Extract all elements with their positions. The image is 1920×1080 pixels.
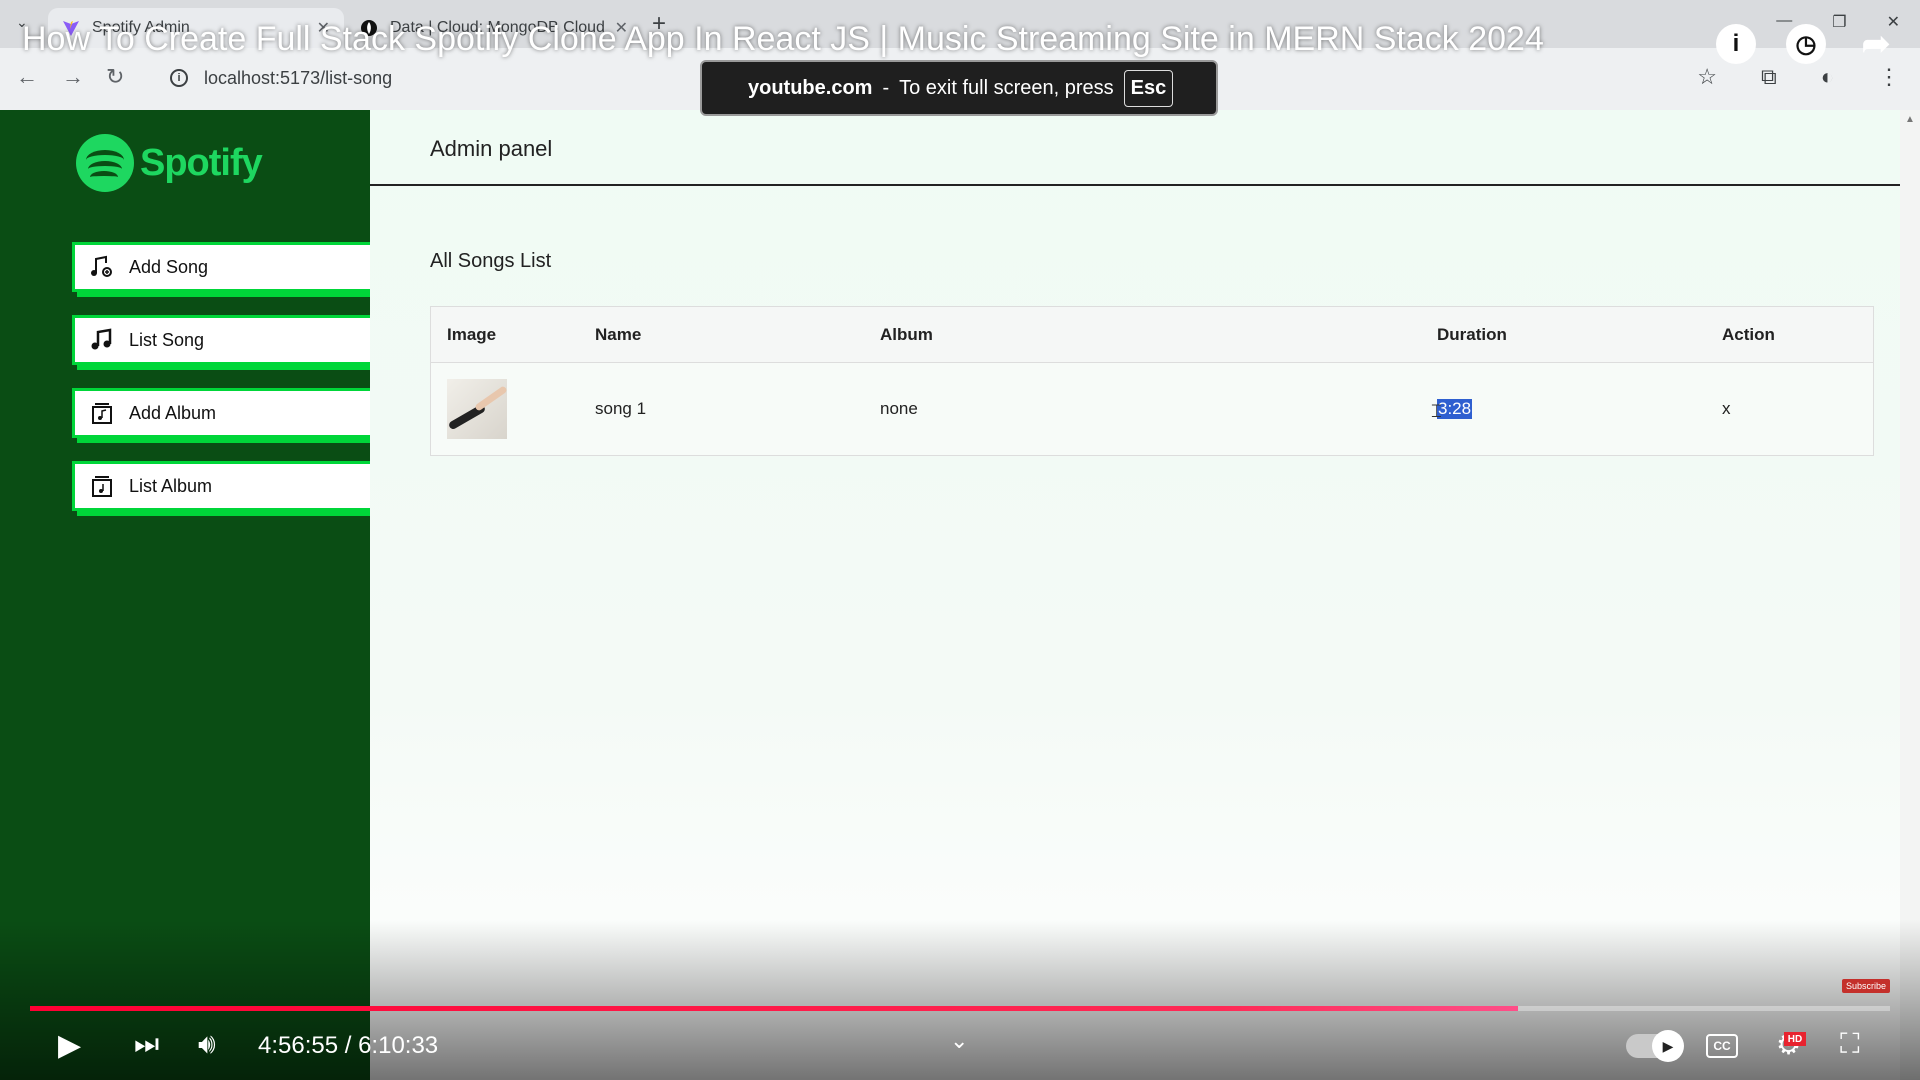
browser-menu-icon[interactable]: ⋮ [1878,64,1900,90]
watch-later-clock-icon[interactable]: ◷ [1786,24,1826,64]
profile-icon[interactable]: ◐ [1821,64,1834,90]
esc-key-badge: Esc [1123,69,1174,107]
scroll-up-icon[interactable]: ▲ [1905,114,1915,125]
brand-name: Spotify [140,141,263,184]
chevron-down-icon[interactable]: ⌄ [950,1028,968,1054]
album-list-icon [89,473,115,499]
sidebar-item-add-album[interactable]: Add Album [72,388,370,438]
songs-table: Image Name Album Duration Action song 1 … [430,306,1874,456]
progress-fill [30,1006,1518,1011]
sidebar-item-label: List Album [129,475,213,496]
table-header-row: Image Name Album Duration Action [431,307,1873,363]
text-cursor-icon: ⌶ [1431,401,1442,421]
sidebar-item-label: List Song [129,329,205,350]
music-add-icon [89,254,115,280]
autoplay-play-icon: ▶ [1652,1030,1684,1062]
video-title[interactable]: How To Create Full Stack Spotify Clone A… [22,20,1544,59]
sidebar-item-label: Add Album [129,402,217,423]
song-duration: 3:28 [1437,399,1473,419]
column-header-duration: Duration [1437,324,1507,344]
music-note-icon [89,327,115,353]
forward-icon[interactable]: → [62,64,84,90]
spotify-logo[interactable]: Spotify [76,134,263,192]
url-text[interactable]: localhost:5173/list-song [204,68,392,89]
song-duration-cell: 3:28 [1437,363,1473,455]
site-info-icon[interactable]: i [170,69,188,87]
sidebar-item-label: Add Song [129,256,209,277]
page-title: Admin panel [430,136,553,161]
fullscreen-exit-toast: youtube.com - To exit full screen, press… [700,60,1218,116]
video-progress-bar[interactable] [30,1006,1890,1011]
exit-fullscreen-icon[interactable]: ⛶ [1840,1028,1860,1061]
song-image-cell [447,363,507,455]
toast-message: To exit full screen, press [899,76,1114,99]
column-header-image: Image [447,324,497,344]
time-display: 4:56:55 / 6:10:33 [258,1032,439,1059]
sidebar-item-add-song[interactable]: Add Song [72,242,370,292]
spotify-logo-icon [76,134,134,192]
admin-header: Admin panel [370,110,1900,186]
song-thumbnail [447,379,507,439]
song-album: none [880,399,918,418]
play-icon[interactable]: ▶ [58,1028,81,1063]
video-top-actions: i ◷ ➦ [1716,24,1896,64]
column-header-action: Action [1722,324,1775,344]
toast-separator: - [882,76,890,99]
share-icon[interactable]: ➦ [1856,24,1896,64]
column-header-album: Album [880,324,933,344]
back-icon[interactable]: ← [16,64,38,90]
subscribe-watermark[interactable]: Subscribe [1841,979,1890,993]
hd-badge: HD [1784,1032,1806,1046]
reload-icon[interactable]: ↻ [106,64,124,90]
table-row: song 1 none 3:28 x ⌶ [431,363,1873,455]
section-title: All Songs List [430,250,552,272]
sidebar-item-list-song[interactable]: List Song [72,315,370,365]
autoplay-toggle[interactable]: ▶ [1626,1030,1684,1062]
volume-icon[interactable]: 🔊︎ [198,1028,216,1061]
song-name: song 1 [595,399,647,418]
extensions-icon[interactable]: ⧉ [1761,64,1777,90]
toolbar-actions: ☆ ⧉ ◐ ⋮ [1697,64,1900,90]
delete-song-button[interactable]: x [1722,363,1731,455]
info-icon[interactable]: i [1716,24,1756,64]
column-header-name: Name [595,324,642,344]
bookmark-star-icon[interactable]: ☆ [1697,64,1717,90]
toast-site: youtube.com [748,76,873,99]
next-icon[interactable]: ⏭ [134,1028,159,1061]
captions-icon[interactable]: CC [1706,1034,1738,1058]
album-add-icon [89,400,115,426]
sidebar-item-list-album[interactable]: List Album [72,461,370,511]
